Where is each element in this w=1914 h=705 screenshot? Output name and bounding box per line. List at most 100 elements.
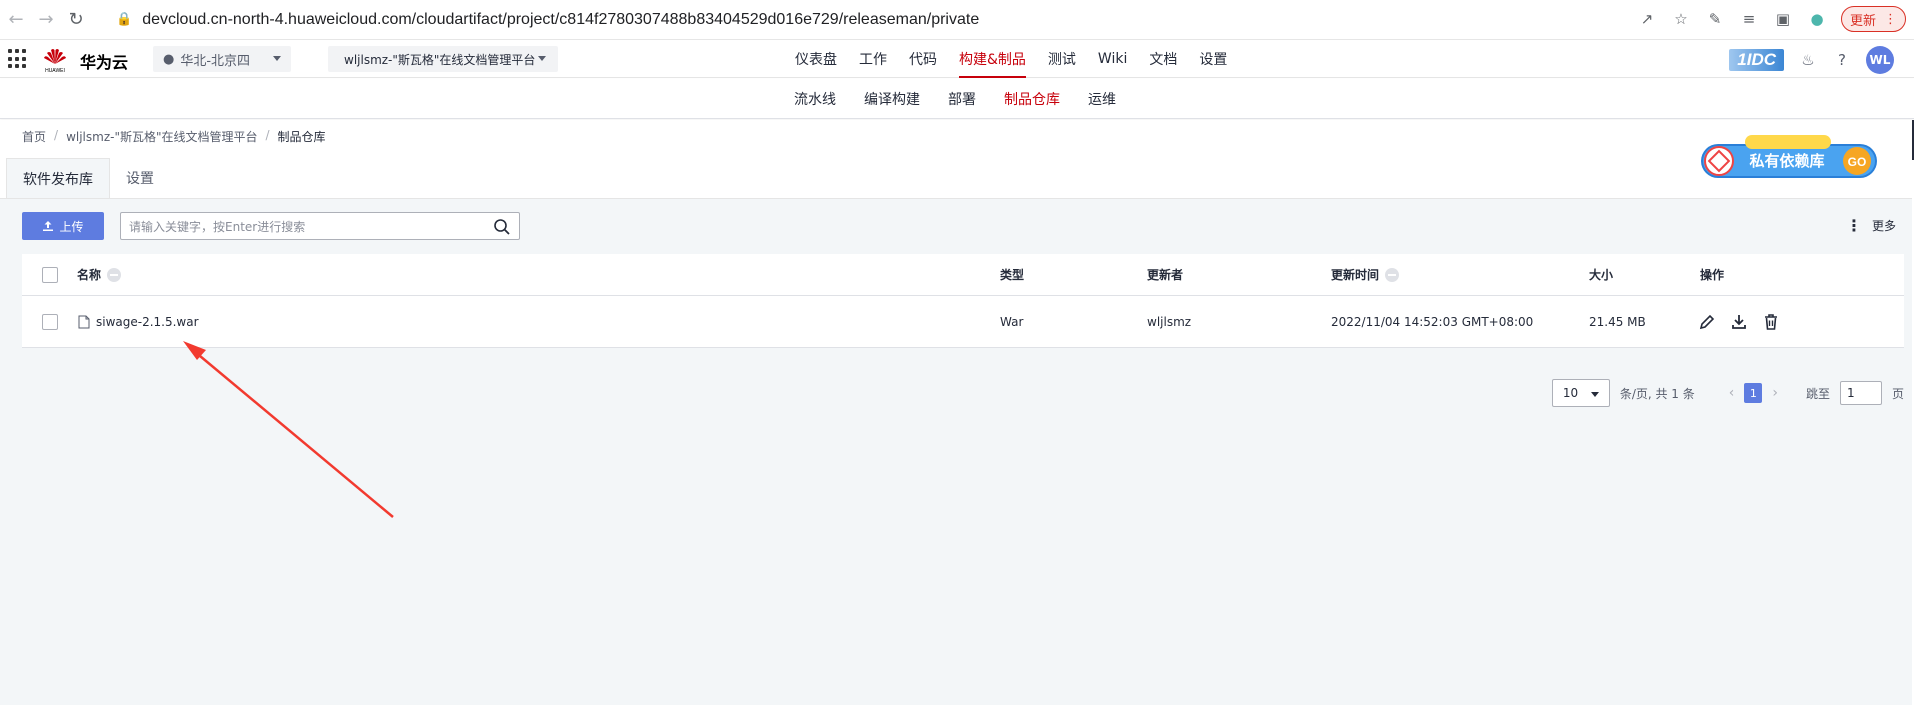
page-size-value: 10: [1562, 386, 1579, 400]
nav-wiki[interactable]: Wiki: [1087, 40, 1138, 78]
content-area: 首页 / wljlsmz-"斯瓦格"在线文档管理平台 / 制品仓库 软件发布库 …: [0, 120, 1912, 705]
nav-docs[interactable]: 文档: [1138, 40, 1188, 78]
artifact-updated-at: 2022/11/04 14:52:03 GMT+08:00: [1331, 314, 1534, 329]
app-header: HUAWEI 华为云 ● 华北-北京四 wljlsmz-"斯瓦格"在线文档管理平…: [0, 40, 1914, 78]
subnav-pipeline[interactable]: 流水线: [780, 79, 850, 119]
col-size: 大小: [1589, 268, 1614, 282]
table-row: siwage-2.1.5.war War wljlsmz 2022/11/04 …: [22, 296, 1904, 348]
page-summary: 条/页, 共 1 条: [1619, 386, 1695, 401]
search-icon[interactable]: [493, 218, 511, 236]
chevron-down-icon: [273, 56, 281, 61]
region-selector[interactable]: ● 华北-北京四: [153, 46, 291, 72]
col-updater: 更新者: [1147, 268, 1184, 282]
jump-label: 跳至: [1805, 386, 1830, 401]
breadcrumb-separator: /: [54, 128, 59, 142]
reading-list-icon[interactable]: ≡: [1739, 9, 1759, 29]
artifact-table: 名称 类型 更新者 更新时间 大小 操作 siwage-2.1.5.war Wa…: [22, 254, 1904, 348]
sub-nav: 流水线 编译构建 部署 制品仓库 运维: [0, 79, 1914, 119]
page-unit-label: 页: [1891, 386, 1904, 401]
location-pin-icon: ●: [163, 51, 175, 67]
artifact-type: War: [1000, 314, 1024, 329]
page-number-current[interactable]: 1: [1744, 383, 1763, 403]
project-label: wljlsmz-"斯瓦格"在线文档管理平台: [344, 52, 536, 67]
update-label: 更新: [1849, 13, 1876, 29]
tab-settings[interactable]: 设置: [110, 158, 170, 198]
col-name: 名称: [77, 268, 102, 282]
svg-text:HUAWEI: HUAWEI: [45, 68, 65, 74]
breadcrumb-current: 制品仓库: [277, 130, 326, 144]
private-repo-banner[interactable]: 私有依赖库 GO: [1697, 132, 1881, 184]
svg-text:私有依赖库: 私有依赖库: [1748, 152, 1824, 170]
upload-icon: [43, 221, 54, 231]
search-box: [120, 212, 520, 240]
breadcrumb-home[interactable]: 首页: [22, 128, 46, 145]
next-page-icon[interactable]: ›: [1772, 385, 1778, 401]
upload-button[interactable]: 上传: [22, 212, 104, 240]
artifact-size: 21.45 MB: [1589, 314, 1646, 329]
share-icon[interactable]: ↗: [1637, 9, 1657, 29]
avatar[interactable]: WL: [1866, 46, 1894, 74]
browser-update-button[interactable]: 更新 ⋮: [1840, 6, 1906, 32]
subnav-deploy[interactable]: 部署: [934, 79, 990, 119]
file-icon: [78, 315, 90, 328]
more-menu[interactable]: ⋮ 更多: [1846, 216, 1896, 235]
apps-grid-icon[interactable]: [8, 49, 28, 69]
reload-icon[interactable]: ↻: [62, 6, 90, 34]
project-selector[interactable]: wljlsmz-"斯瓦格"在线文档管理平台: [328, 46, 558, 72]
prev-page-icon[interactable]: ‹: [1729, 385, 1735, 401]
breadcrumb: 首页 / wljlsmz-"斯瓦格"在线文档管理平台 / 制品仓库: [22, 128, 326, 145]
nav-code[interactable]: 代码: [898, 40, 948, 78]
row-checkbox[interactable]: [42, 313, 58, 330]
table-header: 名称 类型 更新者 更新时间 大小 操作: [22, 254, 1904, 296]
edit-icon[interactable]: [1698, 313, 1716, 331]
sort-icon[interactable]: [107, 267, 122, 282]
bookmark-star-icon[interactable]: ☆: [1671, 9, 1691, 29]
page-size-select[interactable]: 10: [1551, 379, 1610, 407]
select-all-checkbox[interactable]: [42, 266, 58, 283]
artifact-updater: wljlsmz: [1147, 314, 1192, 329]
lock-icon: 🔒: [116, 12, 133, 27]
menu-dots-icon: ⋮: [1884, 11, 1897, 27]
chevron-down-icon: [538, 56, 546, 61]
brand-name: 华为云: [80, 53, 129, 72]
download-icon[interactable]: [1730, 313, 1748, 331]
delete-icon[interactable]: [1762, 313, 1780, 331]
col-updated-at: 更新时间: [1331, 268, 1380, 282]
artifact-name-link[interactable]: siwage-2.1.5.war: [96, 315, 199, 329]
forward-icon[interactable]: →: [32, 6, 60, 34]
more-label: 更多: [1871, 219, 1896, 233]
extensions-icon[interactable]: ✎: [1705, 9, 1725, 29]
main-nav: 仪表盘 工作 代码 构建&制品 测试 Wiki 文档 设置: [784, 40, 1238, 78]
bell-icon[interactable]: ♨: [1798, 50, 1818, 70]
search-input[interactable]: [129, 217, 479, 237]
toolbar: 上传 ⋮ 更多: [22, 212, 1896, 240]
sort-icon[interactable]: [1385, 267, 1400, 282]
nav-dashboard[interactable]: 仪表盘: [784, 40, 848, 78]
more-dots-icon: ⋮: [1845, 216, 1862, 235]
huawei-logo[interactable]: HUAWEI: [40, 44, 70, 74]
breadcrumb-project[interactable]: wljlsmz-"斯瓦格"在线文档管理平台: [66, 128, 257, 145]
upload-label: 上传: [59, 219, 84, 234]
col-type: 类型: [1000, 268, 1025, 282]
profile-icon[interactable]: ●: [1807, 9, 1827, 29]
svg-text:GO: GO: [1848, 155, 1867, 169]
tab-release-repo[interactable]: 软件发布库: [6, 158, 110, 198]
subnav-artifact-repo[interactable]: 制品仓库: [990, 79, 1074, 119]
nav-settings[interactable]: 设置: [1188, 40, 1238, 78]
nav-test[interactable]: 测试: [1037, 40, 1087, 78]
back-icon[interactable]: ←: [2, 6, 30, 34]
col-actions: 操作: [1700, 268, 1725, 282]
region-label: 华北-北京四: [180, 53, 251, 69]
nav-work[interactable]: 工作: [848, 40, 898, 78]
pagination: 10 条/页, 共 1 条 ‹ 1 › 跳至 页: [1551, 379, 1904, 407]
nav-build-artifacts[interactable]: 构建&制品: [948, 40, 1037, 78]
tabs: 软件发布库 设置: [6, 158, 170, 198]
address-bar[interactable]: devcloud.cn-north-4.huaweicloud.com/clou…: [142, 11, 979, 29]
chevron-down-icon: [1590, 392, 1599, 397]
subnav-ops[interactable]: 运维: [1074, 79, 1130, 119]
help-icon[interactable]: ?: [1832, 50, 1852, 70]
side-panel-icon[interactable]: ▣: [1773, 9, 1793, 29]
jump-page-input[interactable]: [1839, 381, 1882, 405]
idc-logo[interactable]: 1IDC: [1729, 49, 1784, 71]
subnav-build[interactable]: 编译构建: [850, 79, 934, 119]
